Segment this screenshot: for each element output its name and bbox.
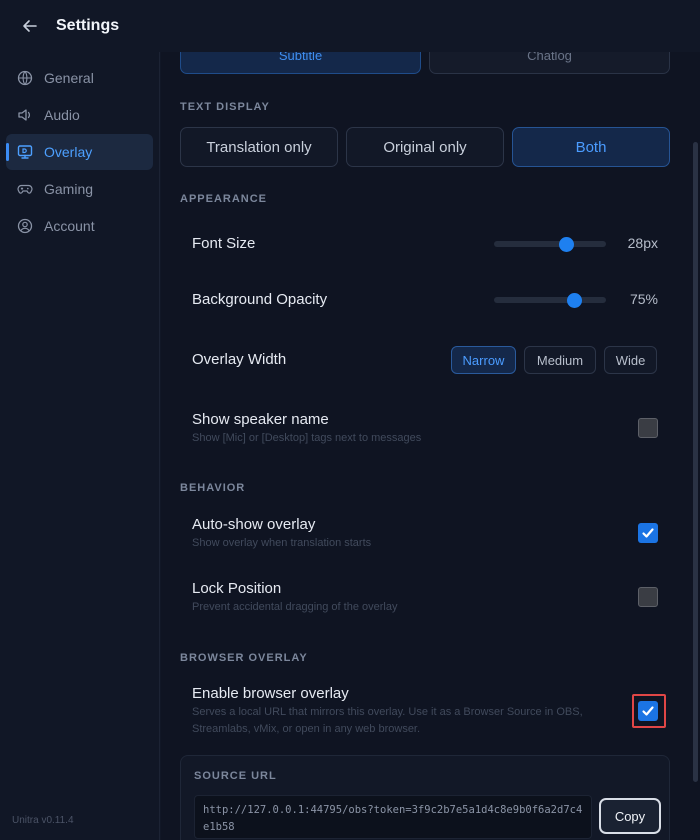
lock-position-checkbox[interactable] <box>638 587 658 607</box>
sidebar-item-label: Account <box>44 218 95 234</box>
background-opacity-label: Background Opacity <box>192 291 328 308</box>
sidebar-item-gaming[interactable]: Gaming <box>6 171 153 207</box>
tab-chatlog[interactable]: Chatlog <box>429 52 670 74</box>
focus-highlight <box>632 694 666 728</box>
font-size-slider[interactable] <box>494 236 606 252</box>
section-text-display: TEXT DISPLAY <box>180 101 270 113</box>
sidebar-item-label: Gaming <box>44 181 94 197</box>
arrow-left-icon <box>23 20 37 32</box>
back-button[interactable] <box>16 12 44 40</box>
app-version: Unitra v0.11.4 <box>12 815 74 826</box>
section-browser-overlay: BROWSER OVERLAY <box>180 652 308 664</box>
enable-browser-overlay-description-1: Serves a local URL that mirrors this ove… <box>192 706 583 718</box>
sidebar-item-overlay[interactable]: Overlay <box>6 134 153 170</box>
sidebar: General Audio Overlay Gaming Account Uni… <box>0 52 160 840</box>
lock-position-description: Prevent accidental dragging of the overl… <box>192 601 398 613</box>
user-circle-icon <box>16 217 34 235</box>
source-url-label: SOURCE URL <box>194 770 277 782</box>
checkmark-icon <box>642 528 654 538</box>
copy-button[interactable]: Copy <box>599 798 661 834</box>
overlay-width-medium[interactable]: Medium <box>524 346 596 374</box>
scrollbar[interactable] <box>693 142 698 782</box>
text-display-original-only[interactable]: Original only <box>346 127 504 167</box>
show-speaker-description: Show [Mic] or [Desktop] tags next to mes… <box>192 432 422 444</box>
overlay-width-label: Overlay Width <box>192 351 287 368</box>
page-title: Settings <box>56 17 120 34</box>
sidebar-item-label: Overlay <box>44 144 93 160</box>
show-speaker-label: Show speaker name <box>192 411 329 428</box>
overlay-width-wide[interactable]: Wide <box>604 346 657 374</box>
tab-subtitle[interactable]: Subtitle <box>180 52 421 74</box>
section-appearance: APPEARANCE <box>180 193 268 205</box>
sidebar-item-general[interactable]: General <box>6 60 153 96</box>
text-display-both[interactable]: Both <box>512 127 670 167</box>
settings-content: Subtitle Chatlog TEXT DISPLAY Translatio… <box>161 52 700 840</box>
globe-icon <box>16 69 34 87</box>
background-opacity-slider-thumb[interactable] <box>567 292 583 308</box>
text-display-translation-only[interactable]: Translation only <box>180 127 338 167</box>
background-opacity-slider[interactable] <box>494 292 606 308</box>
source-url-field[interactable]: http://127.0.0.1:44795/obs?token=3f9c2b7… <box>194 795 592 839</box>
auto-show-description: Show overlay when translation starts <box>192 537 372 549</box>
overlay-width-narrow[interactable]: Narrow <box>451 346 516 374</box>
monitor-icon <box>16 143 34 161</box>
font-size-value: 28px <box>627 235 658 251</box>
auto-show-checkbox[interactable] <box>638 523 658 543</box>
enable-browser-overlay-label: Enable browser overlay <box>192 685 349 702</box>
title-bar: Settings <box>0 0 700 52</box>
sidebar-item-label: General <box>44 70 94 86</box>
lock-position-label: Lock Position <box>192 580 282 597</box>
font-size-label: Font Size <box>192 235 256 252</box>
source-url-panel: SOURCE URL http://127.0.0.1:44795/obs?to… <box>180 755 670 840</box>
enable-browser-overlay-description-2: Streamlabs, vMix, or open in any web bro… <box>192 723 421 735</box>
sidebar-item-label: Audio <box>44 107 80 123</box>
section-behavior: BEHAVIOR <box>180 482 246 494</box>
auto-show-label: Auto-show overlay <box>192 516 316 533</box>
sidebar-item-audio[interactable]: Audio <box>6 97 153 133</box>
sidebar-item-account[interactable]: Account <box>6 208 153 244</box>
background-opacity-value: 75% <box>629 291 658 307</box>
speaker-icon <box>16 106 34 124</box>
font-size-slider-thumb[interactable] <box>559 236 575 252</box>
gamepad-icon <box>16 180 34 198</box>
show-speaker-checkbox[interactable] <box>638 418 658 438</box>
